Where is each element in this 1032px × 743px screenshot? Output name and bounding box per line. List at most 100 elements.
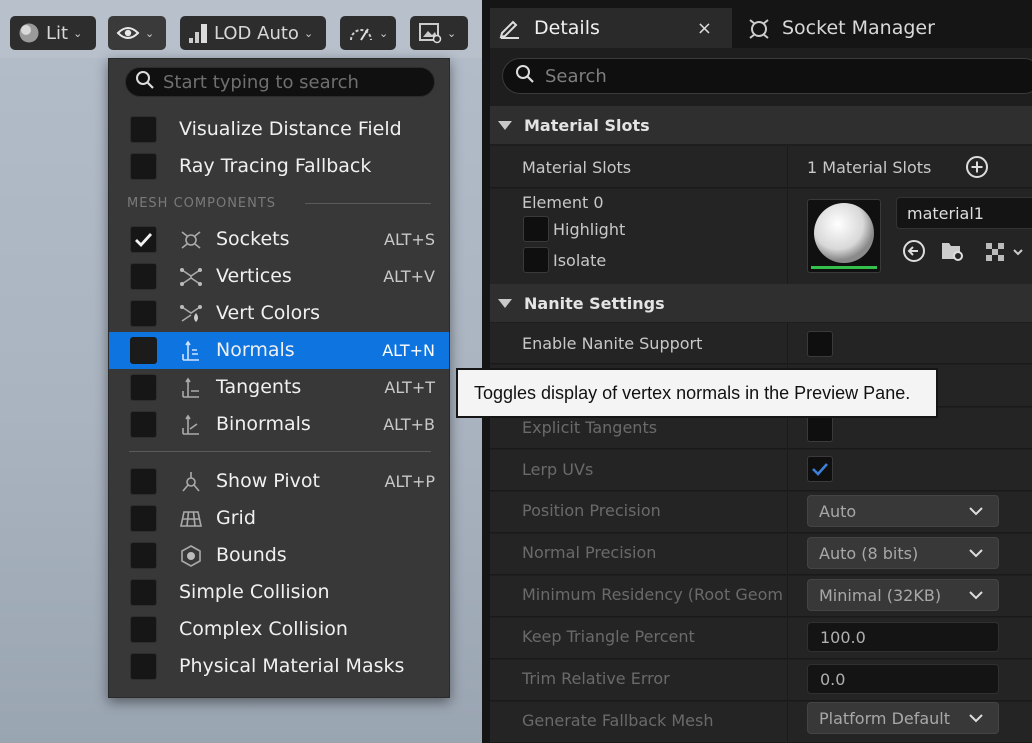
vert-colors-icon xyxy=(179,303,203,325)
menu-search-input[interactable] xyxy=(163,71,433,93)
menu-item-sockets[interactable]: Sockets ALT+S xyxy=(109,221,449,258)
element-0-row: Element 0 Highlight Isolate material1 xyxy=(490,189,1032,285)
checkbox[interactable] xyxy=(130,226,157,253)
checkbox[interactable] xyxy=(130,300,157,327)
show-flags-button[interactable]: ⌄ xyxy=(108,16,166,50)
minimum-residency-dropdown[interactable]: Minimal (32KB) xyxy=(807,579,999,611)
normal-precision-dropdown[interactable]: Auto (8 bits) xyxy=(807,537,999,569)
checkbox[interactable] xyxy=(130,653,157,680)
checkbox[interactable] xyxy=(130,411,157,438)
checkbox[interactable] xyxy=(130,153,157,180)
property-name: Material Slots xyxy=(522,158,632,177)
isolate-checkbox[interactable] xyxy=(523,247,549,273)
trim-relative-error-row: Trim Relative Error 0.0 xyxy=(490,660,1032,701)
details-search[interactable] xyxy=(502,58,1032,94)
property-name: Generate Fallback Mesh xyxy=(522,711,714,730)
menu-item-visualize-distance-field[interactable]: Visualize Distance Field xyxy=(109,111,449,148)
section-title: Nanite Settings xyxy=(524,293,665,313)
property-name: Lerp UVs xyxy=(522,460,594,479)
menu-item-normals[interactable]: Normals ALT+N xyxy=(109,332,449,369)
checkbox[interactable] xyxy=(130,505,157,532)
menu-item-complex-collision[interactable]: Complex Collision xyxy=(109,611,449,648)
menu-item-physical-material-masks[interactable]: Physical Material Masks xyxy=(109,648,449,685)
use-selected-arrow-icon[interactable] xyxy=(902,239,926,267)
position-precision-row: Position Precision Auto xyxy=(490,492,1032,533)
position-precision-dropdown[interactable]: Auto xyxy=(807,495,999,527)
material-thumbnail[interactable] xyxy=(807,199,881,273)
dropdown-value: Minimal (32KB) xyxy=(819,585,942,605)
browse-folder-icon[interactable] xyxy=(940,239,966,267)
view-mode-button[interactable]: Lit ⌄ xyxy=(10,16,96,50)
checkbox[interactable] xyxy=(130,263,157,290)
menu-item-show-pivot[interactable]: Show Pivot ALT+P xyxy=(109,463,449,500)
tab-details[interactable]: Details × xyxy=(490,8,732,48)
shortcut-label: ALT+T xyxy=(384,378,435,397)
menu-search[interactable] xyxy=(125,67,435,97)
menu-item-simple-collision[interactable]: Simple Collision xyxy=(109,574,449,611)
nanite-settings-section[interactable]: Nanite Settings xyxy=(490,284,1032,322)
checkbox[interactable] xyxy=(130,542,157,569)
explicit-tangents-checkbox[interactable] xyxy=(807,416,833,442)
dropdown-value: Auto xyxy=(819,501,857,521)
section-title: Material Slots xyxy=(524,115,650,135)
trim-relative-error-input[interactable]: 0.0 xyxy=(807,664,999,694)
checkbox[interactable] xyxy=(130,116,157,143)
menu-item-ray-tracing-fallback[interactable]: Ray Tracing Fallback xyxy=(109,148,449,185)
checkbox[interactable] xyxy=(130,616,157,643)
enable-nanite-checkbox[interactable] xyxy=(807,331,833,357)
chevron-down-icon xyxy=(969,714,983,723)
checkbox[interactable] xyxy=(130,468,157,495)
dropdown-value: Auto (8 bits) xyxy=(819,543,919,563)
highlight-checkbox[interactable] xyxy=(523,216,549,242)
material-slots-section[interactable]: Material Slots xyxy=(490,106,1032,144)
menu-item-label: Visualize Distance Field xyxy=(179,118,402,140)
material-name-field[interactable]: material1 xyxy=(896,197,1032,229)
socket-icon xyxy=(746,16,772,40)
menu-item-label: Complex Collision xyxy=(179,618,348,640)
menu-item-binormals[interactable]: Binormals ALT+B xyxy=(109,406,449,443)
menu-item-label: Physical Material Masks xyxy=(179,655,405,677)
lod-icon xyxy=(188,22,208,44)
checkbox[interactable] xyxy=(130,374,157,401)
checkbox[interactable] xyxy=(130,337,157,364)
menu-item-grid[interactable]: Grid xyxy=(109,500,449,537)
menu-item-tangents[interactable]: Tangents ALT+T xyxy=(109,369,449,406)
generate-fallback-mesh-dropdown[interactable]: Platform Default xyxy=(807,702,999,734)
lerp-uvs-checkbox[interactable] xyxy=(807,456,833,482)
check-icon xyxy=(812,463,828,476)
keep-triangle-percent-input[interactable]: 100.0 xyxy=(807,622,999,652)
menu-item-vertices[interactable]: Vertices ALT+V xyxy=(109,258,449,295)
view-mode-label: Lit xyxy=(46,22,69,44)
bounds-icon xyxy=(179,545,203,567)
lod-button[interactable]: LOD Auto ⌄ xyxy=(180,16,326,50)
property-name: Trim Relative Error xyxy=(522,669,670,688)
collapse-arrow-icon xyxy=(498,120,512,130)
collapse-arrow-icon xyxy=(498,298,512,308)
search-input[interactable] xyxy=(545,65,945,87)
performance-button[interactable]: ⌄ xyxy=(340,16,396,50)
tab-socket-manager[interactable]: Socket Manager xyxy=(738,8,1032,48)
close-icon[interactable]: × xyxy=(697,18,712,39)
property-name: Normal Precision xyxy=(522,543,657,562)
shortcut-label: ALT+B xyxy=(383,415,435,434)
menu-item-label: Ray Tracing Fallback xyxy=(179,155,372,177)
element-label: Element 0 xyxy=(522,193,604,212)
material-sphere-icon xyxy=(811,203,877,269)
enable-nanite-row: Enable Nanite Support xyxy=(490,323,1032,364)
menu-item-vert-colors[interactable]: Vert Colors xyxy=(109,295,449,332)
add-plus-icon[interactable] xyxy=(965,155,989,183)
texture-checker-icon[interactable] xyxy=(984,241,1028,267)
lit-sphere-icon xyxy=(18,22,40,44)
material-slots-row: Material Slots 1 Material Slots xyxy=(490,146,1032,188)
checkbox[interactable] xyxy=(130,579,157,606)
material-slots-count: 1 Material Slots xyxy=(807,158,932,177)
menu-item-bounds[interactable]: Bounds xyxy=(109,537,449,574)
mesh-components-header: MESH COMPONENTS xyxy=(127,196,277,211)
highlight-label: Highlight xyxy=(553,220,626,239)
gauge-icon xyxy=(348,23,374,43)
tangents-icon xyxy=(179,377,203,399)
chevron-down-icon: ⌄ xyxy=(379,26,389,40)
screenshot-button[interactable]: ⌄ xyxy=(410,16,468,50)
show-flags-menu: Visualize Distance Field Ray Tracing Fal… xyxy=(108,58,450,698)
shortcut-label: ALT+N xyxy=(382,341,435,360)
